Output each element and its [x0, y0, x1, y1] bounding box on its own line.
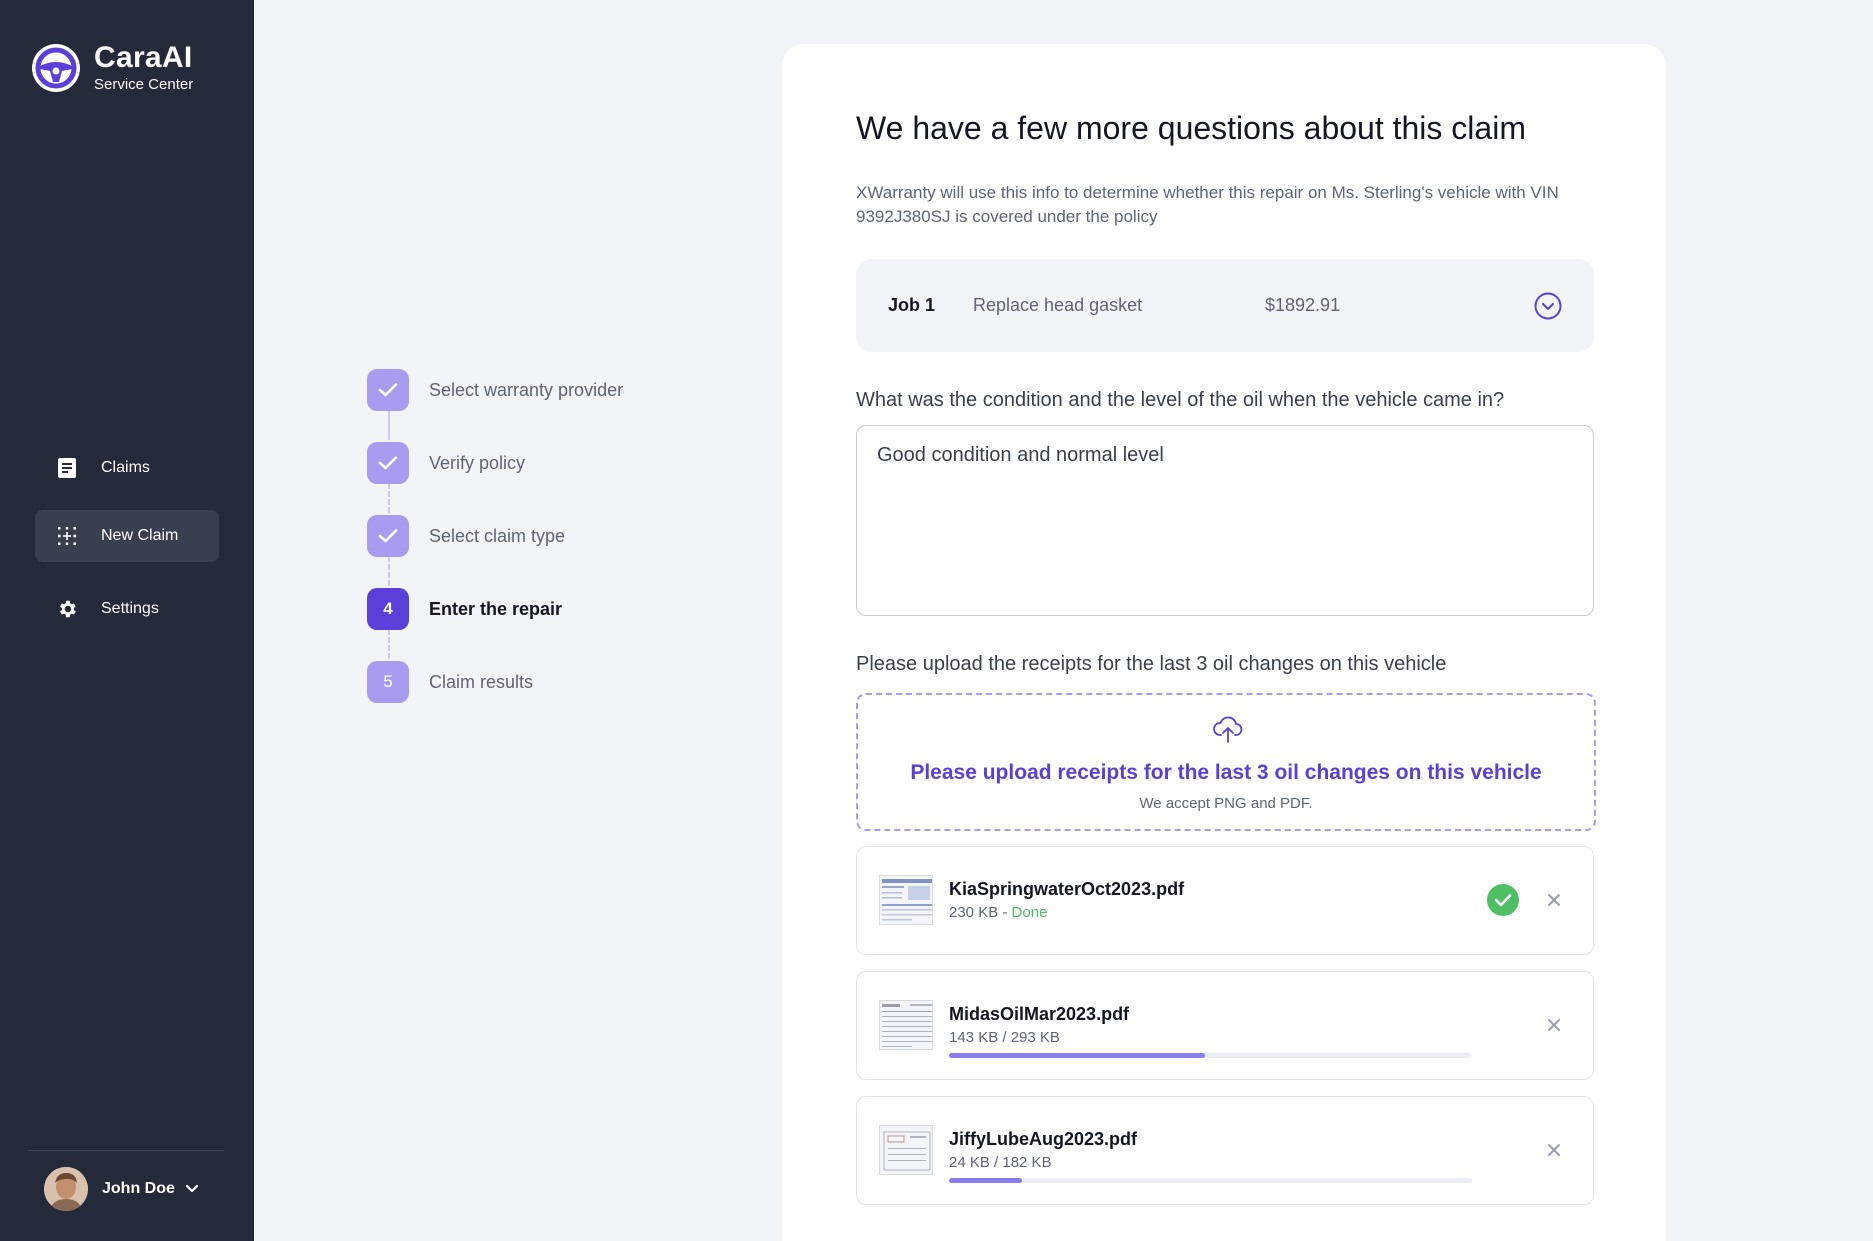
check-icon	[367, 515, 409, 557]
chevron-down-icon	[185, 1184, 199, 1194]
file-dropzone[interactable]: Please upload receipts for the last 3 oi…	[856, 693, 1596, 831]
grid-plus-icon	[55, 524, 79, 548]
document-icon	[55, 456, 79, 480]
file-size: 143 KB / 293 KB	[949, 1029, 1060, 1046]
file-status: Done	[1011, 904, 1048, 921]
step-connector	[388, 556, 390, 586]
sidebar-divider	[28, 1150, 224, 1151]
step-label: Enter the repair	[429, 598, 563, 619]
upload-question: Please upload the receipts for the last …	[856, 653, 1447, 675]
brand-subtitle: Service Center	[94, 76, 194, 93]
job-description: Replace head gasket	[973, 295, 1143, 315]
file-size: 24 KB / 182 KB	[949, 1154, 1052, 1171]
step-select-warranty-provider[interactable]: Select warranty provider	[367, 369, 623, 411]
step-label: Claim results	[429, 671, 534, 692]
nav-item-label: New Claim	[101, 527, 179, 544]
nav-item-claims[interactable]: Claims	[35, 442, 219, 494]
check-icon	[367, 369, 409, 411]
chevron-down-circle-icon[interactable]	[1534, 292, 1562, 320]
page-subtitle: XWarranty will use this info to determin…	[856, 183, 1559, 226]
cloud-upload-icon	[1212, 713, 1244, 750]
user-menu[interactable]: John Doe	[44, 1167, 199, 1211]
sidebar: CaraAI Service Center Claims New Claim S…	[0, 0, 254, 1241]
step-label: Select claim type	[429, 525, 566, 546]
user-name: John Doe	[102, 1180, 175, 1197]
step-select-claim-type[interactable]: Select claim type	[367, 515, 565, 557]
job-summary[interactable]: Job 1 Replace head gasket $1892.91	[856, 259, 1594, 352]
file-name: MidasOilMar2023.pdf	[949, 1004, 1130, 1024]
document-thumbnail	[879, 1125, 933, 1175]
step-verify-policy[interactable]: Verify policy	[367, 442, 525, 484]
gear-icon	[55, 597, 79, 621]
dropzone-title: Please upload receipts for the last 3 oi…	[910, 761, 1542, 784]
oil-condition-question: What was the condition and the level of …	[856, 389, 1505, 411]
uploading-file: JiffyLubeAug2023.pdf 24 KB / 182 KB	[856, 1096, 1594, 1205]
uploaded-file: KiaSpringwaterOct2023.pdf 230 KB - Done	[856, 846, 1594, 955]
step-label: Select warranty provider	[429, 379, 624, 400]
claim-questions-card: We have a few more questions about this …	[782, 44, 1666, 1241]
job-number: Job 1	[888, 295, 936, 315]
close-icon[interactable]	[1543, 1014, 1565, 1036]
file-name: JiffyLubeAug2023.pdf	[949, 1129, 1138, 1149]
nav-item-new-claim[interactable]: New Claim	[35, 510, 219, 562]
step-enter-the-repair[interactable]: 4 Enter the repair	[367, 588, 562, 630]
upload-progress-bar	[949, 1053, 1472, 1058]
close-icon[interactable]	[1543, 889, 1565, 911]
steering-wheel-logo-icon	[32, 44, 80, 92]
nav-item-label: Claims	[101, 459, 150, 476]
uploading-file: MidasOilMar2023.pdf 143 KB / 293 KB	[856, 971, 1594, 1080]
step-connector	[388, 410, 390, 440]
step-connector	[388, 483, 390, 513]
file-size: 230 KB -	[949, 904, 1012, 921]
job-price: $1892.91	[1265, 295, 1341, 315]
page-title: We have a few more questions about this …	[856, 110, 1526, 146]
upload-progress-fill	[949, 1178, 1023, 1183]
file-name: KiaSpringwaterOct2023.pdf	[949, 879, 1185, 899]
close-icon[interactable]	[1543, 1139, 1565, 1161]
success-check-icon	[1487, 884, 1519, 916]
check-icon	[367, 442, 409, 484]
step-label: Verify policy	[429, 452, 526, 473]
dropzone-hint: We accept PNG and PDF.	[1139, 795, 1313, 812]
nav-item-label: Settings	[101, 600, 159, 617]
document-thumbnail	[879, 1000, 933, 1050]
step-claim-results[interactable]: 5 Claim results	[367, 661, 533, 703]
document-thumbnail	[879, 875, 933, 925]
avatar	[44, 1167, 88, 1211]
brand[interactable]: CaraAI Service Center	[32, 42, 193, 94]
step-number: 4	[367, 588, 409, 630]
brand-name: CaraAI	[94, 41, 193, 74]
file-meta: 230 KB - Done	[949, 904, 1047, 921]
nav-item-settings[interactable]: Settings	[35, 583, 219, 635]
step-number: 5	[367, 661, 409, 703]
oil-condition-answer-field[interactable]: Good condition and normal level	[856, 425, 1594, 616]
upload-progress-bar	[949, 1178, 1472, 1183]
step-connector	[388, 629, 390, 659]
upload-progress-fill	[949, 1053, 1206, 1058]
